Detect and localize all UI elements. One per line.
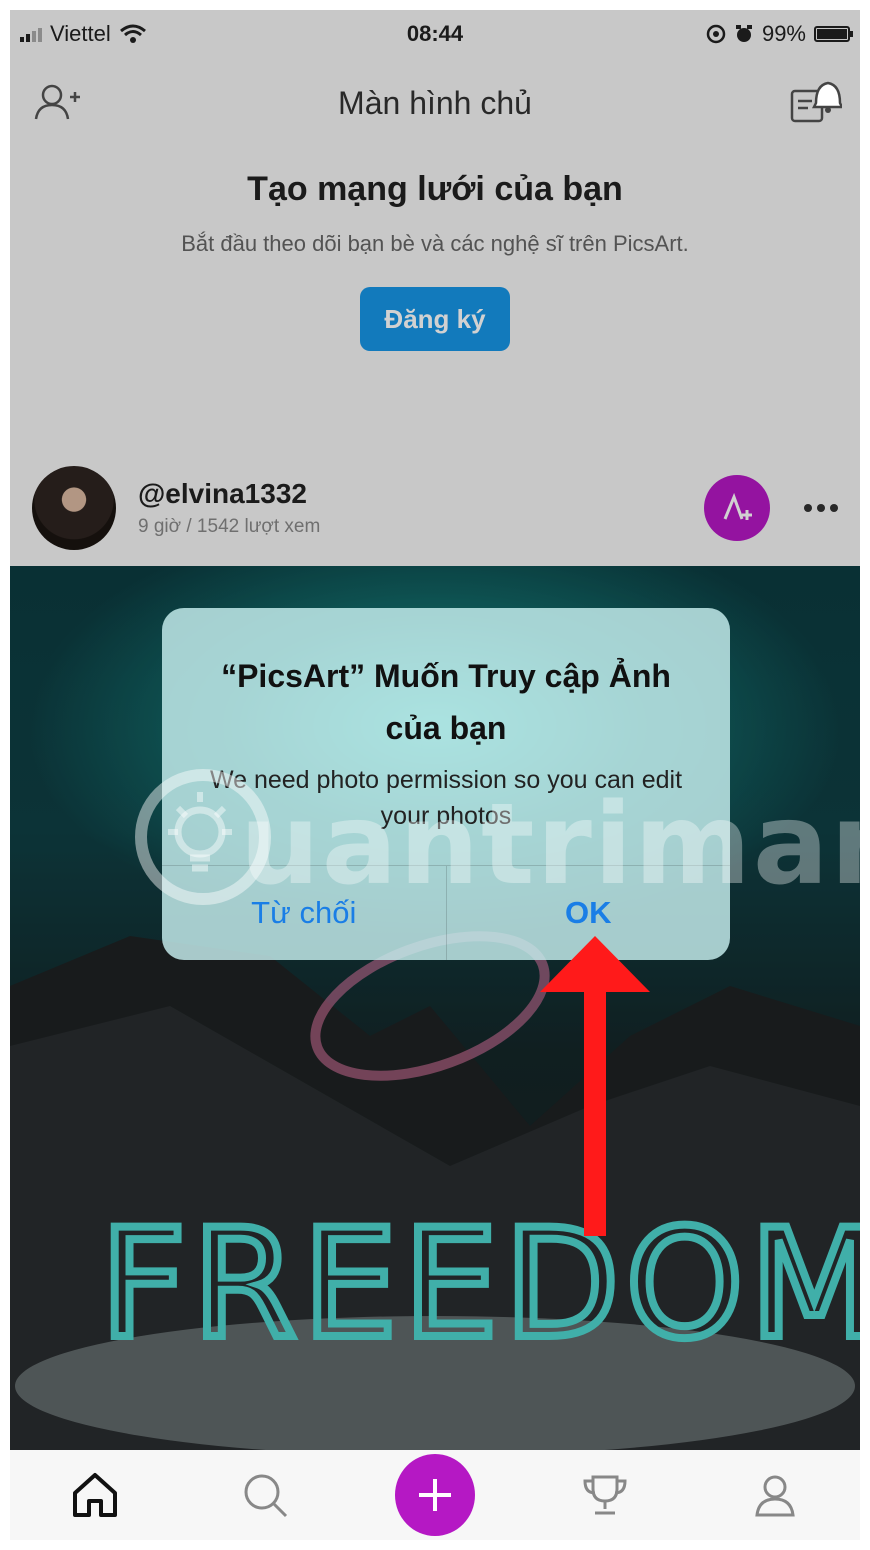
trophy-icon (583, 1475, 627, 1515)
add-user-icon[interactable] (28, 75, 84, 131)
home-icon (73, 1473, 117, 1517)
alert-title: “PicsArt” Muốn Truy cập Ảnh của bạn (221, 658, 671, 746)
tab-profile[interactable] (735, 1455, 815, 1535)
tab-create[interactable] (395, 1454, 475, 1536)
create-button[interactable] (395, 1454, 475, 1536)
plus-icon (419, 1479, 451, 1511)
tab-home[interactable] (55, 1455, 135, 1535)
alert-message: We need photo permission so you can edit… (209, 766, 683, 830)
app-screen: Viettel 08:44 99% Màn hình chủ Tạo mạng … (10, 10, 860, 1540)
arrow-up-icon (540, 936, 650, 1236)
search-icon (244, 1474, 288, 1518)
deny-button[interactable]: Từ chối (162, 866, 447, 960)
permission-alert: “PicsArt” Muốn Truy cập Ảnh của bạn We n… (162, 608, 730, 960)
tab-search[interactable] (225, 1455, 305, 1535)
notification-icon[interactable] (786, 75, 842, 131)
profile-icon (755, 1475, 795, 1517)
tab-challenges[interactable] (565, 1455, 645, 1535)
tab-bar (10, 1450, 860, 1540)
